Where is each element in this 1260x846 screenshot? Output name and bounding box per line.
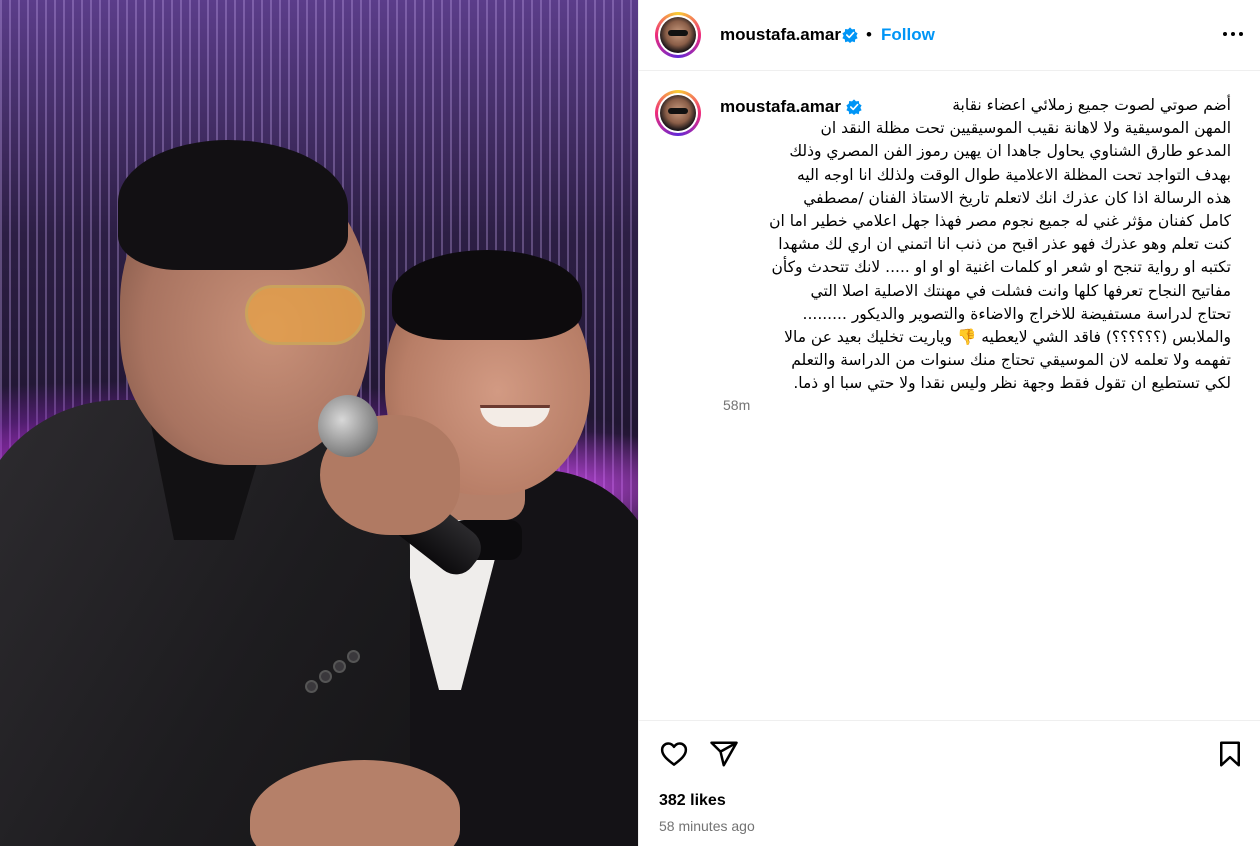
person-left-glasses (245, 285, 365, 345)
sleeve-buttons (305, 650, 365, 700)
caption-section: moustafa.amar أضم صوتي لصوت جميع زملائي … (639, 72, 1260, 720)
person-left-hair (118, 140, 348, 270)
header-username[interactable]: moustafa.amar (720, 25, 841, 45)
post-timestamp[interactable]: 58 minutes ago (659, 818, 755, 834)
share-icon[interactable] (709, 739, 739, 769)
caption-avatar[interactable] (655, 90, 701, 136)
more-options-icon[interactable] (1221, 22, 1245, 46)
post-actions: 382 likes 58 minutes ago (639, 720, 1260, 846)
microphone-head (318, 395, 378, 457)
avatar[interactable] (655, 12, 701, 58)
verified-badge-icon (842, 27, 858, 43)
caption-text: أضم صوتي لصوت جميع زملائي اعضاء نقابة ال… (769, 96, 1231, 393)
post-side-panel: moustafa.amar • Follow moustafa.amar أضم… (638, 0, 1260, 846)
heart-icon[interactable] (659, 739, 689, 769)
person-right-hair (392, 250, 582, 340)
post-media[interactable] (0, 0, 638, 846)
post-header: moustafa.amar • Follow (639, 0, 1260, 71)
person-right-smile (480, 405, 550, 427)
bookmark-icon[interactable] (1215, 739, 1245, 769)
separator-dot: • (866, 25, 872, 44)
follow-button[interactable]: Follow (881, 25, 935, 45)
likes-count[interactable]: 382 likes (659, 792, 726, 810)
caption-timestamp[interactable]: 58m (723, 397, 750, 413)
